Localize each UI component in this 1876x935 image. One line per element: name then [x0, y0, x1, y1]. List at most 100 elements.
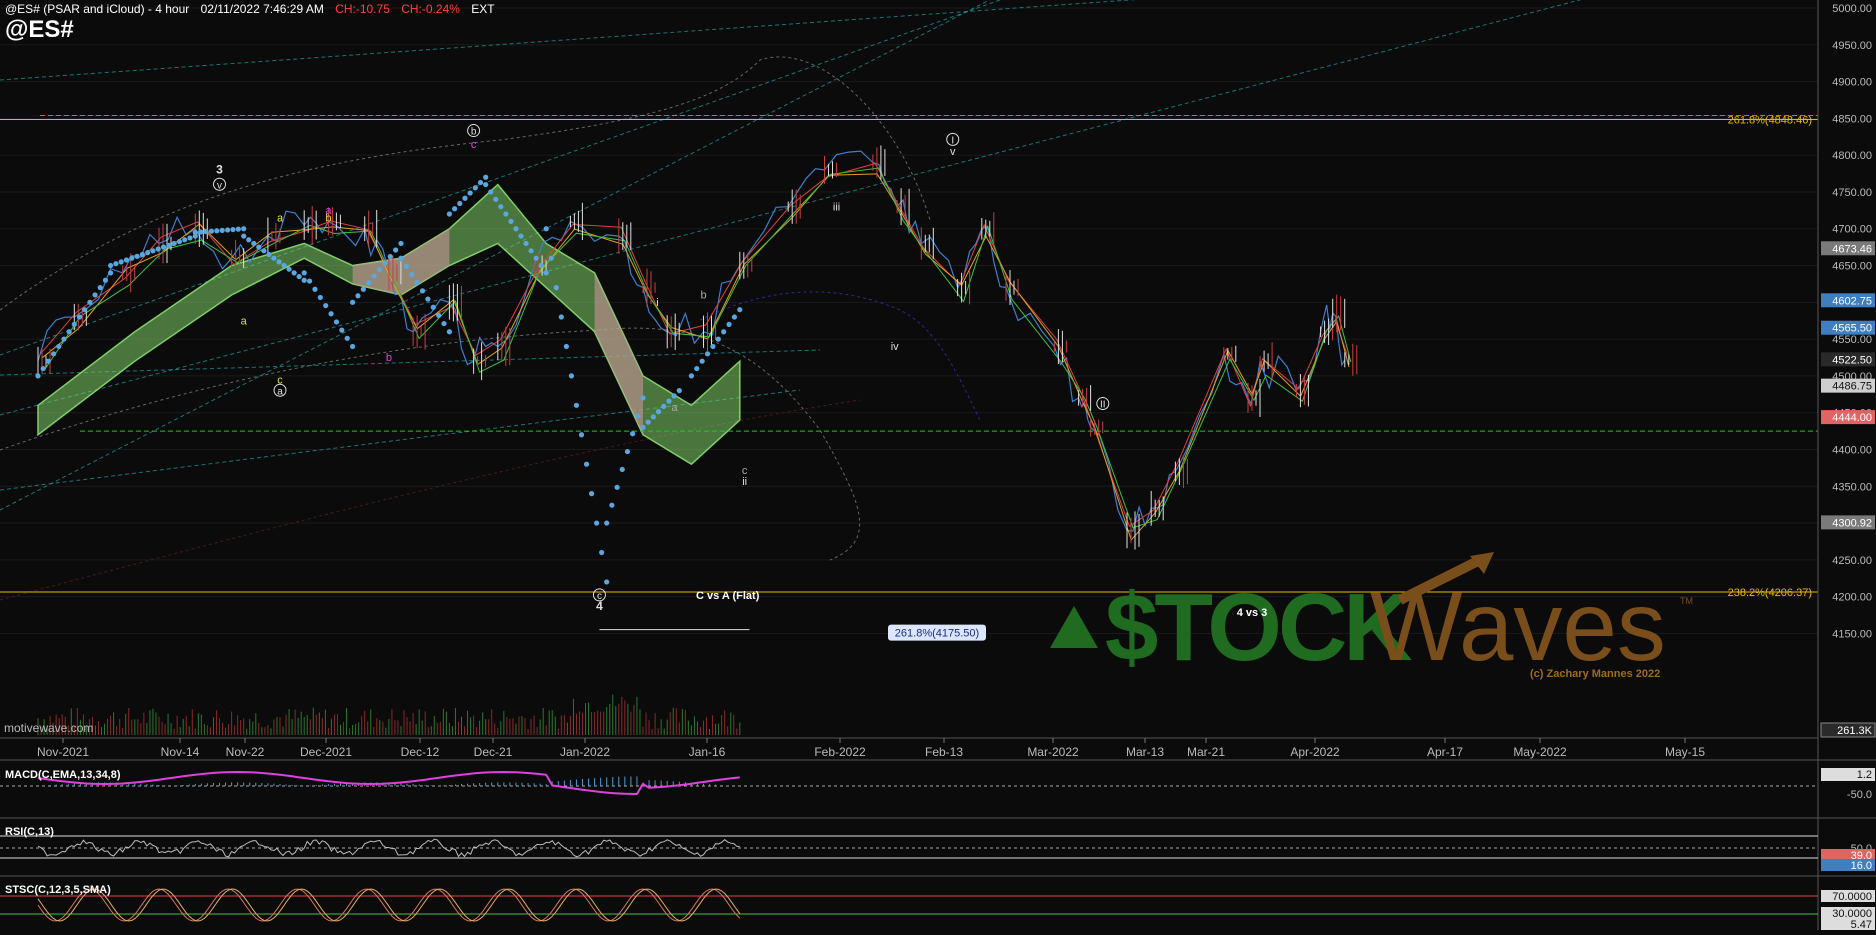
psar-dot	[676, 388, 682, 394]
psar-dot	[45, 358, 51, 364]
psar-dot	[271, 255, 277, 261]
psar-dot	[472, 185, 478, 191]
chart-canvas[interactable]: 261.8%(4848.46) 238.2%(4206.37) C vs A (Fl…	[0, 0, 1876, 931]
psar-dot	[224, 227, 231, 233]
price-marker: 4300.92	[1821, 515, 1875, 530]
wave-label: 4	[596, 599, 603, 613]
psar-dot	[488, 189, 494, 195]
psar-dot	[446, 329, 452, 335]
psar-dot	[333, 319, 340, 325]
psar-dot	[694, 365, 700, 372]
psar-dot	[235, 226, 241, 232]
psar-dot	[640, 395, 646, 401]
psar-dot	[230, 226, 236, 233]
time-tick-label: Nov-22	[226, 745, 265, 759]
price-marker-label: 4444.00	[1832, 412, 1872, 424]
psar-dot	[578, 432, 585, 438]
psar-dot	[594, 520, 600, 526]
symbol-label: @ES#	[5, 16, 74, 43]
price-tick-label: 4150.00	[1832, 628, 1872, 640]
psar-dot	[640, 424, 646, 431]
psar-dot	[419, 288, 426, 294]
psar-dot	[66, 329, 72, 335]
psar-dot	[171, 240, 177, 247]
psar-dot	[430, 304, 436, 310]
psar-dot	[76, 314, 83, 320]
psar-dot	[256, 244, 262, 250]
psar-dot	[671, 393, 677, 399]
psar-dot	[583, 461, 590, 467]
wave-label: b	[471, 127, 477, 138]
time-tick-label: Nov-14	[161, 745, 200, 759]
chart-header: @ES# (PSAR and iCloud) - 4 hour 02/11/20…	[5, 2, 503, 16]
stoch-value: 70.0000	[1832, 891, 1872, 903]
price-tick-label: 4700.00	[1832, 224, 1872, 236]
psar-dot	[538, 262, 544, 269]
price-tick-label: 4950.00	[1832, 40, 1872, 52]
price-tick-label: 4850.00	[1832, 113, 1872, 125]
wave-label: a	[277, 212, 284, 224]
time-tick-label: Dec-21	[474, 745, 513, 759]
psar-dot	[588, 491, 595, 497]
psar-dot	[56, 343, 62, 350]
psar-dot	[108, 270, 114, 276]
price-tick-label: 4350.00	[1832, 481, 1872, 493]
wave-count-note: 4 vs 3	[1237, 607, 1268, 619]
psar-dot	[306, 278, 313, 284]
psar-dot	[281, 262, 287, 269]
psar-dot	[214, 228, 220, 234]
psar-dot	[355, 293, 361, 299]
wave-label: 3	[216, 163, 223, 177]
header-session: EXT	[471, 2, 495, 16]
psar-dot	[150, 248, 156, 254]
macd-label: MACD(C,EMA,13,34,8)	[5, 769, 121, 781]
psar-dot	[604, 579, 610, 585]
psar-dot	[650, 414, 656, 420]
psar-dot	[182, 237, 188, 243]
price-marker-label: 4673.46	[1832, 243, 1872, 255]
wave-label: ii	[742, 476, 747, 488]
wave-label: i	[656, 297, 658, 309]
psar-dot	[296, 273, 302, 280]
time-tick-label: Jan-16	[689, 745, 726, 759]
logo-tm: TM	[1680, 596, 1693, 606]
time-tick-label: Dec-2021	[300, 745, 352, 759]
wave-label: c	[471, 139, 477, 151]
psar-dot	[387, 253, 393, 260]
psar-dot	[573, 402, 580, 408]
time-tick-label: Apr-17	[1427, 745, 1463, 759]
psar-dot	[366, 280, 372, 286]
psar-dot	[276, 259, 282, 265]
psar-dot	[246, 237, 252, 243]
psar-dot	[166, 242, 172, 248]
price-tick-label: 4200.00	[1832, 592, 1872, 604]
psar-dot	[446, 211, 452, 217]
price-marker: 4565.50	[1821, 320, 1875, 335]
psar-dot	[699, 358, 705, 364]
logo-copyright: (c) Zachary Mannes 2022	[1530, 668, 1660, 680]
header-change: CH:-10.75	[335, 2, 390, 16]
psar-dot	[599, 549, 605, 556]
price-tick-label: 4650.00	[1832, 261, 1872, 273]
volume-marker: 261.3K	[1820, 722, 1876, 738]
psar-dot	[108, 262, 114, 269]
chart-window: 261.8%(4848.46) 238.2%(4206.37) C vs A (Fl…	[0, 0, 1876, 931]
volume-marker-label: 261.3K	[1837, 725, 1873, 737]
header-change-pct: CH:-0.24%	[401, 2, 460, 16]
time-tick-label: Nov-2021	[37, 745, 89, 759]
psar-dot	[403, 263, 409, 269]
time-tick-label: Dec-12	[401, 745, 440, 759]
psar-dot	[129, 255, 135, 261]
psar-dot	[323, 302, 329, 309]
price-marker-label: 4522.50	[1832, 354, 1872, 366]
psar-dot	[467, 190, 473, 196]
psar-dot	[543, 226, 549, 232]
logo-stock: $TOCK	[1105, 574, 1412, 681]
time-tick-label: Apr-2022	[1290, 745, 1340, 759]
psar-dot	[350, 299, 356, 305]
psar-dot	[457, 200, 463, 207]
psar-dot	[441, 320, 447, 327]
psar-dot	[251, 240, 257, 247]
psar-dot	[462, 195, 468, 201]
psar-dot	[145, 250, 151, 256]
